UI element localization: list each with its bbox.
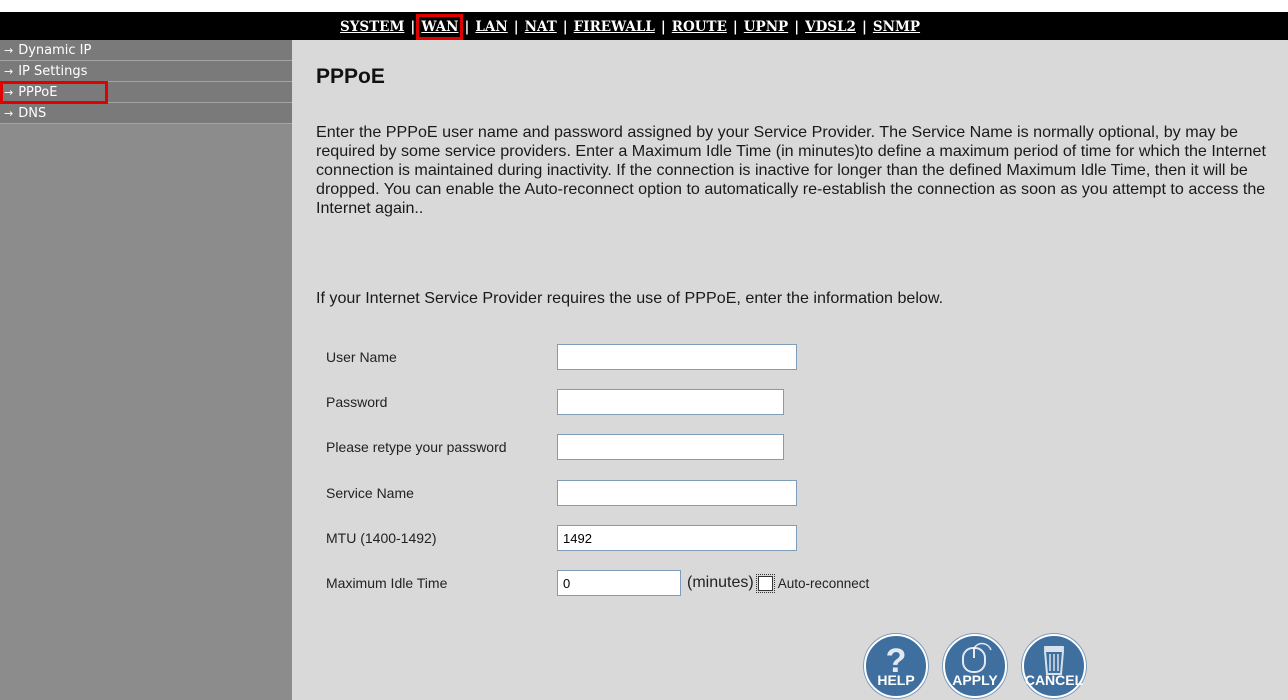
nav-snmp-link[interactable]: SNMP xyxy=(873,19,920,35)
question-mark-icon: ? xyxy=(886,642,907,676)
arrow-right-icon: → xyxy=(4,64,14,78)
top-nav-menu: SYSTEM | WAN | LAN | NAT | FIREWALL | RO… xyxy=(340,14,920,40)
nav-separator: | xyxy=(513,19,519,35)
mouse-icon xyxy=(962,642,992,673)
svg-text:?: ? xyxy=(886,642,907,676)
password-row: Password xyxy=(326,388,784,416)
minutes-unit-label: (minutes) xyxy=(687,574,754,591)
nav-lan-link[interactable]: LAN xyxy=(475,19,507,35)
apply-button[interactable]: APPLY xyxy=(943,634,1007,698)
nav-upnp-link[interactable]: UPNP xyxy=(744,19,788,35)
password-input[interactable] xyxy=(557,389,784,415)
arrow-right-icon: → xyxy=(4,43,14,57)
service-name-input[interactable] xyxy=(557,480,797,506)
sidebar-item-label: Dynamic IP xyxy=(18,42,92,58)
nav-separator: | xyxy=(794,19,800,35)
sidebar-item-ip-settings[interactable]: → IP Settings xyxy=(0,61,292,82)
auto-reconnect-checkbox[interactable] xyxy=(755,573,775,593)
nav-vdsl2-link[interactable]: VDSL2 xyxy=(805,19,856,35)
page-title: PPPoE xyxy=(316,65,385,88)
nav-separator: | xyxy=(732,19,738,35)
apply-button-label: APPLY xyxy=(952,672,998,688)
auto-reconnect-label[interactable]: Auto-reconnect xyxy=(778,576,870,591)
help-button[interactable]: ? HELP xyxy=(864,634,928,698)
nav-system-link[interactable]: SYSTEM xyxy=(340,19,404,35)
nav-firewall-link[interactable]: FIREWALL xyxy=(574,19,655,35)
retype-password-input[interactable] xyxy=(557,434,784,460)
service-name-label: Service Name xyxy=(326,485,414,501)
sidebar: → Dynamic IP → IP Settings → PPPoE → DNS xyxy=(0,40,292,700)
nav-nat-link[interactable]: NAT xyxy=(525,19,557,35)
mtu-input[interactable] xyxy=(557,525,797,551)
sidebar-item-label: IP Settings xyxy=(18,63,88,79)
sidebar-item-label: DNS xyxy=(18,105,47,121)
nav-wan-link[interactable]: WAN xyxy=(416,14,464,40)
retype-password-row: Please retype your password xyxy=(326,433,784,461)
nav-route-link[interactable]: ROUTE xyxy=(672,19,727,35)
cancel-button[interactable]: CANCEL xyxy=(1022,634,1086,698)
nav-separator: | xyxy=(410,19,416,35)
sidebar-item-dns[interactable]: → DNS xyxy=(0,103,292,124)
password-label: Password xyxy=(326,394,388,410)
service-name-row: Service Name xyxy=(326,479,797,507)
retype-password-label: Please retype your password xyxy=(326,439,507,455)
cancel-button-label: CANCEL xyxy=(1024,672,1084,688)
selected-highlight xyxy=(0,81,108,104)
intro-text: Enter the PPPoE user name and password a… xyxy=(316,123,1266,217)
nav-separator: | xyxy=(861,19,867,35)
user-name-row: User Name xyxy=(326,343,797,371)
max-idle-label: Maximum Idle Time xyxy=(326,575,448,591)
nav-separator: | xyxy=(562,19,568,35)
nav-separator: | xyxy=(660,19,666,35)
nav-separator: | xyxy=(464,19,470,35)
mtu-row: MTU (1400-1492) xyxy=(326,524,797,552)
arrow-right-icon: → xyxy=(4,106,14,120)
mtu-label: MTU (1400-1492) xyxy=(326,530,437,546)
max-idle-row: Maximum Idle Time (minutes) Auto-reconne… xyxy=(326,569,869,597)
top-navigation-bar: SYSTEM | WAN | LAN | NAT | FIREWALL | RO… xyxy=(0,12,1288,40)
sidebar-item-dynamic-ip[interactable]: → Dynamic IP xyxy=(0,40,292,61)
sidebar-item-pppoe-row: → PPPoE xyxy=(0,82,292,103)
page-top-strip xyxy=(0,0,1288,12)
trash-can-icon xyxy=(1043,646,1065,675)
user-name-label: User Name xyxy=(326,349,397,365)
help-button-label: HELP xyxy=(877,672,915,688)
user-name-input[interactable] xyxy=(557,344,797,370)
instruction-text: If your Internet Service Provider requir… xyxy=(316,289,944,307)
max-idle-input[interactable] xyxy=(557,570,681,596)
